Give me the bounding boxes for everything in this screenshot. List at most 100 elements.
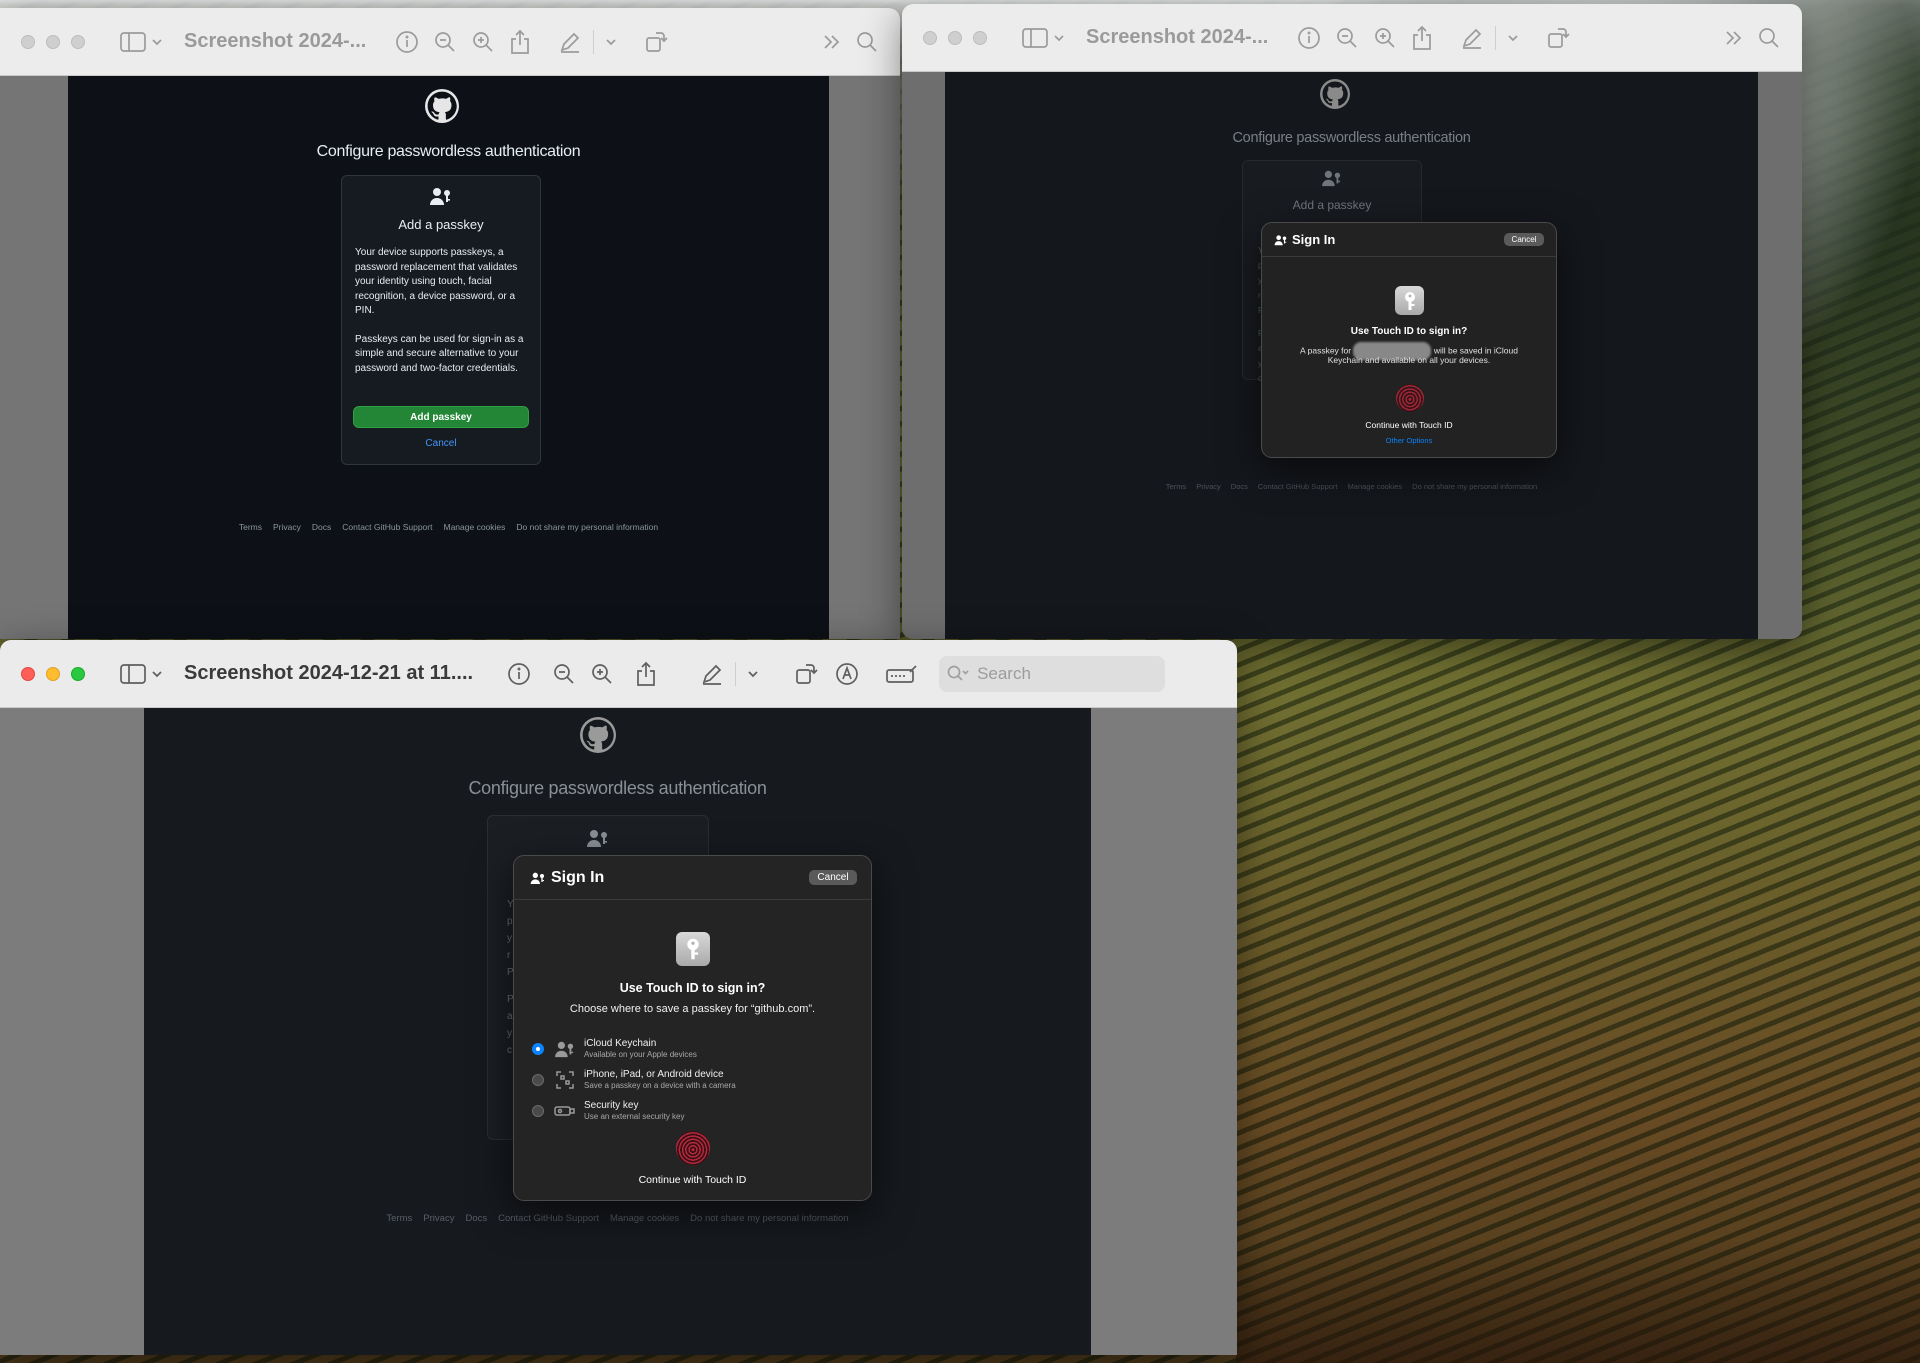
card-title: Add a passkey <box>1292 198 1372 212</box>
github-logo-icon <box>425 89 459 123</box>
markup-a-icon[interactable] <box>835 659 859 689</box>
rotate-icon[interactable] <box>644 27 668 57</box>
info-icon[interactable] <box>507 659 531 689</box>
other-options-link[interactable]: Other Options <box>1262 436 1556 445</box>
share-icon[interactable] <box>1411 23 1433 53</box>
sheet-title: Sign In <box>551 868 605 886</box>
window-toolbar: Screenshot 2024-... <box>0 8 900 76</box>
chevron-down-icon[interactable] <box>747 659 759 689</box>
footer-link-docs[interactable]: Docs <box>465 1213 487 1224</box>
github-logo-icon <box>1320 79 1350 109</box>
passkey-icon <box>1395 286 1424 315</box>
minimize-button[interactable] <box>46 34 60 49</box>
radio-security-key[interactable] <box>532 1105 544 1117</box>
zoom-button[interactable] <box>71 34 85 49</box>
footer-link-terms[interactable]: Terms <box>386 1213 412 1224</box>
touch-id-fingerprint-icon[interactable] <box>676 1131 710 1165</box>
wallpaper-shadow <box>1236 1240 1920 1363</box>
zoom-button[interactable] <box>71 666 85 681</box>
sidebar-toggle-icon[interactable] <box>120 27 146 57</box>
minimize-button[interactable] <box>948 30 962 45</box>
markup-pen-icon[interactable] <box>700 659 724 689</box>
markup-pen-icon[interactable] <box>558 27 582 57</box>
rotate-icon[interactable] <box>1546 23 1570 53</box>
cancel-button[interactable]: Cancel <box>1504 233 1544 246</box>
footer-link-privacy[interactable]: Privacy <box>1196 482 1221 491</box>
footer-link-docs[interactable]: Docs <box>1231 482 1248 491</box>
option-icloud-keychain[interactable]: iCloud Keychain Available on your Apple … <box>532 1038 697 1060</box>
preview-window-3[interactable]: Screenshot 2024-12-21 at 11.... Search C… <box>0 640 1237 1355</box>
footer-link-cookies[interactable]: Manage cookies <box>610 1213 679 1224</box>
zoom-out-icon[interactable] <box>1335 23 1359 53</box>
footer-link-cookies[interactable]: Manage cookies <box>1348 482 1403 491</box>
footer-link-support[interactable]: Contact GitHub Support <box>1258 482 1338 491</box>
share-icon[interactable] <box>635 659 657 689</box>
search-icon[interactable] <box>856 27 878 57</box>
radio-icloud-keychain[interactable] <box>532 1043 544 1055</box>
footer-link-support[interactable]: Contact GitHub Support <box>498 1213 599 1224</box>
footer-link-do-not-share[interactable]: Do not share my personal information <box>516 522 658 532</box>
more-chevrons-icon[interactable] <box>1724 23 1744 53</box>
footer-link-privacy[interactable]: Privacy <box>423 1213 454 1224</box>
option-phone-device[interactable]: iPhone, iPad, or Android device Save a p… <box>532 1069 736 1091</box>
footer-link-privacy[interactable]: Privacy <box>273 522 301 532</box>
chevron-down-icon[interactable] <box>605 27 617 57</box>
add-passkey-card: Add a passkey Your device supports passk… <box>341 175 541 465</box>
footer-link-docs[interactable]: Docs <box>312 522 331 532</box>
zoom-out-icon[interactable] <box>433 27 457 57</box>
toolbar-divider <box>593 29 595 54</box>
person-key-icon <box>1243 169 1421 192</box>
option-description: Available on your Apple devices <box>584 1050 697 1059</box>
option-security-key[interactable]: Security key Use an external security ke… <box>532 1100 685 1122</box>
footer-link-do-not-share[interactable]: Do not share my personal information <box>690 1213 848 1224</box>
sheet-subtitle: Choose where to save a passkey for “gith… <box>569 1003 816 1015</box>
zoom-button[interactable] <box>973 30 987 45</box>
touch-id-fingerprint-icon[interactable] <box>1396 384 1424 412</box>
footer-link-cookies[interactable]: Manage cookies <box>443 522 505 532</box>
chevron-down-icon[interactable] <box>151 27 163 57</box>
option-description: Save a passkey on a device with a camera <box>584 1081 736 1090</box>
sidebar-toggle-icon[interactable] <box>120 659 146 689</box>
search-field[interactable]: Search <box>939 655 1166 692</box>
cancel-button[interactable]: Cancel <box>809 870 857 885</box>
add-passkey-button[interactable]: Add passkey <box>353 406 529 428</box>
cancel-link[interactable]: Cancel <box>342 438 540 449</box>
footer-link-terms[interactable]: Terms <box>239 522 262 532</box>
sheet-title: Sign In <box>1292 232 1336 247</box>
search-icon[interactable] <box>1758 23 1780 53</box>
sidebar-toggle-icon[interactable] <box>1022 23 1048 53</box>
zoom-in-icon[interactable] <box>590 659 614 689</box>
continue-with-touch-id[interactable]: Continue with Touch ID <box>1262 420 1556 430</box>
footer-link-support[interactable]: Contact GitHub Support <box>342 522 432 532</box>
markup-pen-icon[interactable] <box>1460 23 1484 53</box>
card-description-2: Passkeys can be used for sign-in as a si… <box>355 333 524 374</box>
window-title: Screenshot 2024-... <box>1086 26 1269 48</box>
minimize-button[interactable] <box>46 666 60 681</box>
close-button[interactable] <box>923 30 937 45</box>
page-footer: Terms Privacy Docs Contact GitHub Suppor… <box>68 522 829 532</box>
share-icon[interactable] <box>509 27 531 57</box>
info-icon[interactable] <box>395 27 419 57</box>
chevron-down-icon[interactable] <box>1507 23 1519 53</box>
preview-window-1[interactable]: Screenshot 2024-... Configure passwordle… <box>0 8 900 639</box>
continue-with-touch-id[interactable]: Continue with Touch ID <box>514 1174 871 1186</box>
preview-window-2[interactable]: Screenshot 2024-... Configure passwordle… <box>902 4 1802 639</box>
info-icon[interactable] <box>1297 23 1321 53</box>
more-chevrons-icon[interactable] <box>822 27 842 57</box>
page-footer: Terms Privacy Docs Contact GitHub Suppor… <box>945 482 1758 491</box>
radio-phone-device[interactable] <box>532 1074 544 1086</box>
chevron-down-icon[interactable] <box>151 659 163 689</box>
zoom-out-icon[interactable] <box>552 659 576 689</box>
zoom-in-icon[interactable] <box>471 27 495 57</box>
zoom-in-icon[interactable] <box>1373 23 1397 53</box>
footer-link-terms[interactable]: Terms <box>1166 482 1186 491</box>
chevron-down-icon[interactable] <box>1053 23 1065 53</box>
person-key-icon <box>342 186 540 211</box>
person-key-icon <box>530 872 544 884</box>
rotate-icon[interactable] <box>794 659 818 689</box>
close-button[interactable] <box>21 34 35 49</box>
option-title: iCloud Keychain <box>584 1038 657 1049</box>
footer-link-do-not-share[interactable]: Do not share my personal information <box>1412 482 1537 491</box>
signature-form-icon[interactable] <box>886 659 918 689</box>
close-button[interactable] <box>21 666 35 681</box>
